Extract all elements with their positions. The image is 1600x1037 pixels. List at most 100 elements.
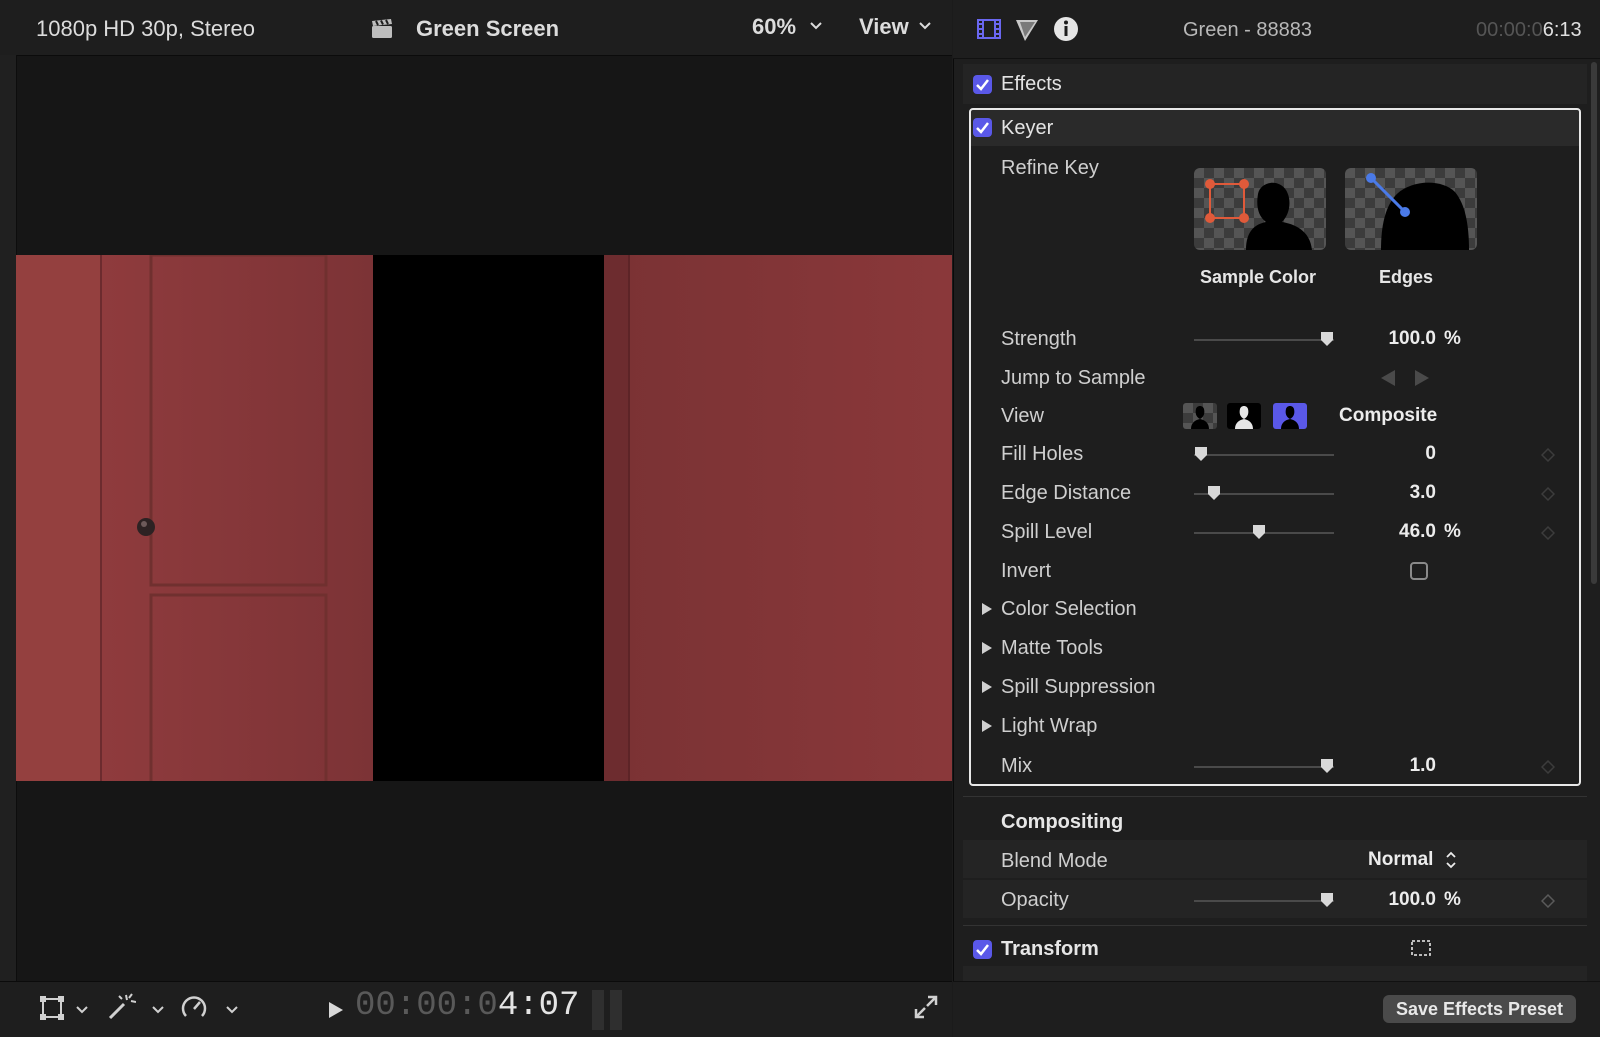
keyer-group-label[interactable]: Color Selection [1001,598,1137,621]
spill-level-unit: % [1444,521,1461,542]
slider-thumb[interactable] [1207,485,1221,501]
transform-onscreen-icon[interactable] [1410,938,1432,958]
zoom-menu[interactable]: 60% [752,14,822,40]
viewer-toolbar: 1080p HD 30p, Stereo Green Screen 60% Vi… [0,0,952,56]
transform-label: Transform [1001,938,1099,960]
keyframe-diamond-icon[interactable] [1541,526,1555,540]
timecode-lit: 4:07 [497,987,580,1025]
next-sample-icon[interactable] [1414,369,1430,387]
edges-button[interactable] [1345,168,1477,250]
slider-thumb[interactable] [1252,524,1266,540]
position-row-partial [963,966,1587,981]
mix-slider[interactable] [1194,766,1334,768]
strength-label: Strength [1001,328,1077,350]
disclosure-triangle-icon[interactable] [981,641,995,657]
info-icon[interactable] [1053,16,1079,42]
effects-checkbox[interactable] [973,75,992,94]
viewer-left-edge [0,55,17,981]
opacity-value[interactable]: 100.0 [1346,889,1436,911]
inspector-title: Green - 88883 [1183,19,1312,41]
previous-sample-icon[interactable] [1380,369,1396,387]
video-frame [16,255,952,781]
inspector-timecode-dim: 00:00:0 [1476,19,1543,41]
clapper-icon [370,18,394,40]
strength-slider[interactable] [1194,339,1334,341]
video-inspector-icon[interactable] [977,19,1001,39]
keyframe-diamond-icon[interactable] [1541,448,1555,462]
edge-distance-label: Edge Distance [1001,482,1132,504]
keyer-group-label[interactable]: Spill Suppression [1001,676,1156,699]
chevron-down-icon[interactable] [226,1006,238,1014]
keyer-checkbox[interactable] [973,118,992,137]
view-menu-label: View [859,14,909,39]
fill-holes-label: Fill Holes [1001,443,1084,465]
opacity-slider[interactable] [1194,900,1334,902]
keyframe-diamond-icon[interactable] [1541,487,1555,501]
viewer-timecode[interactable]: 00:00:04:07 [355,987,579,1025]
refine-key-label: Refine Key [1001,157,1099,179]
compositing-label: Compositing [1001,811,1124,833]
slider-thumb[interactable] [1320,892,1334,908]
fullscreen-icon[interactable] [914,995,938,1019]
blend-mode-popup[interactable]: Normal [1368,849,1456,871]
clip-title: Green Screen [416,16,560,41]
blend-mode-value: Normal [1368,849,1434,870]
slider-thumb[interactable] [1320,758,1334,774]
spill-level-value[interactable]: 46.0 [1346,521,1436,543]
view-mode-value: Composite [1339,405,1438,426]
opacity-unit: % [1444,889,1461,910]
slider-thumb[interactable] [1320,331,1334,347]
edge-distance-value[interactable]: 3.0 [1346,482,1436,504]
keyframe-diamond-icon[interactable] [1541,894,1555,908]
video-image [16,255,952,781]
disclosure-triangle-icon[interactable] [981,719,995,735]
edges-label: Edges [1378,267,1434,287]
disclosure-triangle-icon[interactable] [981,680,995,696]
effects-label: Effects [1001,73,1062,95]
timecode-dim: 00:00:0 [355,987,498,1025]
audio-meter-icon [590,990,626,1030]
spill-level-label: Spill Level [1001,521,1093,543]
retime-speed-icon[interactable] [180,994,208,1022]
blend-mode-label: Blend Mode [1001,850,1108,872]
opacity-label: Opacity [1001,889,1069,911]
save-effects-preset-button[interactable]: Save Effects Preset [1383,995,1576,1023]
zoom-value: 60% [752,14,797,39]
view-composite-button[interactable] [1273,403,1307,429]
view-menu[interactable]: View [859,14,931,40]
play-icon[interactable] [328,1001,344,1019]
up-down-chevron-icon [1446,851,1456,869]
invert-label: Invert [1001,560,1052,582]
disclosure-triangle-icon[interactable] [981,602,995,618]
keyer-group-label[interactable]: Light Wrap [1001,715,1097,738]
keyer-group-label[interactable]: Matte Tools [1001,637,1103,660]
keyer-label: Keyer [1001,117,1054,139]
chevron-down-icon [810,22,822,30]
fill-holes-slider[interactable] [1194,454,1334,456]
inspector-scrollbar[interactable] [1591,62,1597,584]
mix-value[interactable]: 1.0 [1346,755,1436,777]
strength-value[interactable]: 100.0 [1346,328,1436,350]
chevron-down-icon[interactable] [152,1006,164,1014]
jump-to-sample-label: Jump to Sample [1001,367,1146,389]
strength-unit: % [1444,328,1461,349]
chevron-down-icon[interactable] [76,1006,88,1014]
section-divider [963,796,1587,797]
chevron-down-icon [919,22,931,30]
view-matte-button[interactable] [1183,403,1217,429]
invert-checkbox[interactable] [1410,562,1428,580]
transform-tool-icon[interactable] [38,994,66,1022]
transform-checkbox[interactable] [973,940,992,959]
fill-holes-value[interactable]: 0 [1346,443,1436,465]
sample-color-label: Sample Color [1199,267,1317,287]
enhance-wand-icon[interactable] [106,992,136,1022]
color-inspector-icon[interactable] [1015,18,1039,42]
keyframe-diamond-icon[interactable] [1541,760,1555,774]
view-original-button[interactable] [1227,403,1261,429]
section-divider [963,925,1587,926]
sample-color-button[interactable] [1194,168,1326,250]
slider-thumb[interactable] [1194,446,1208,462]
format-label: 1080p HD 30p, Stereo [36,16,255,41]
inspector-timecode-lit: 6:13 [1542,19,1582,41]
mix-label: Mix [1001,755,1033,777]
